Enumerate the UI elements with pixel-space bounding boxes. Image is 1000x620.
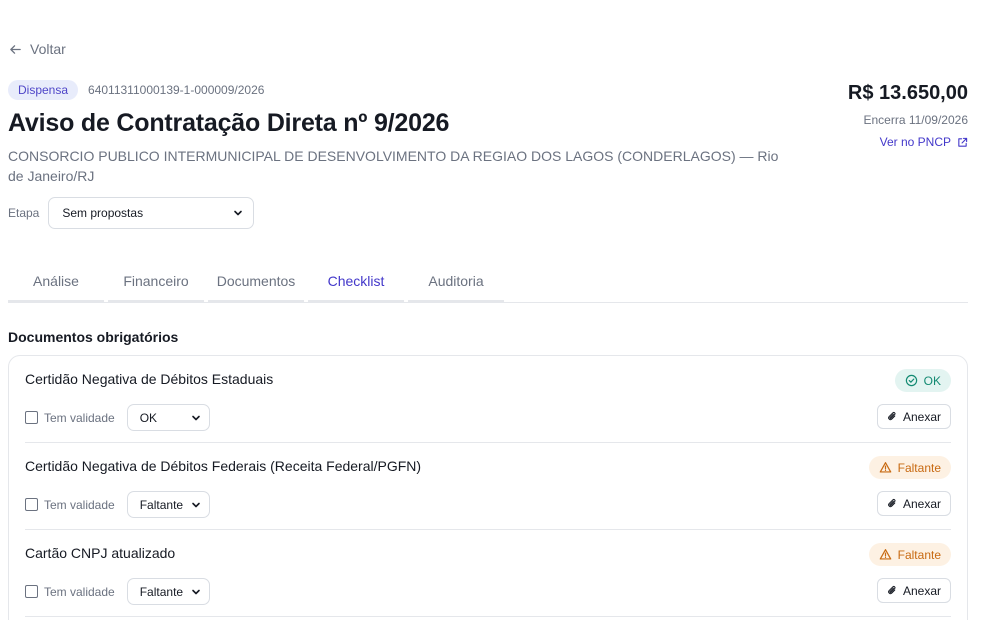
status-select[interactable]: Faltante (126, 578, 210, 605)
stage-control: Etapa Sem propostas (8, 197, 255, 229)
status-badge: Faltante (868, 456, 951, 479)
paperclip-icon (888, 498, 896, 508)
organization-name: CONSORCIO PUBLICO INTERMUNICIPAL DE DESE… (8, 148, 779, 184)
item-controls: Tem validade Faltante (25, 491, 210, 518)
attach-button[interactable]: Anexar (876, 491, 951, 516)
tab-analise[interactable]: Análise (8, 262, 104, 302)
tab-financeiro[interactable]: Financeiro (108, 262, 204, 302)
estimated-value: R$ 13.650,00 (847, 82, 968, 104)
checklist-item: Certidão Negativa de Débitos Estaduais O… (25, 356, 951, 443)
paperclip-icon (888, 585, 896, 595)
tab-documentos[interactable]: Documentos (208, 262, 304, 302)
tab-checklist[interactable]: Checklist (308, 262, 404, 302)
item-controls: Tem validade OK (25, 404, 210, 431)
external-link-icon (958, 137, 968, 147)
attach-button[interactable]: Anexar (876, 578, 951, 603)
status-select[interactable]: OK (126, 404, 210, 431)
attach-label: Anexar (902, 496, 941, 511)
pncp-link[interactable]: Ver no PNCP (880, 135, 968, 149)
checklist-item: Cartão CNPJ atualizado Faltante Tem vali… (25, 530, 951, 617)
status-badge: Faltante (868, 543, 951, 566)
checkbox-box[interactable] (25, 411, 38, 424)
arrow-left-icon (10, 44, 21, 54)
status-select-value: Faltante (139, 584, 184, 599)
warning-icon (879, 549, 891, 560)
process-identifier: 64011311000139-1-000009/2026 (88, 83, 265, 97)
header-summary: R$ 13.650,00 Encerra 11/09/2026 Ver no P… (848, 82, 968, 151)
status-select-value: Faltante (139, 497, 184, 512)
status-badge-label: OK (923, 373, 941, 388)
back-link[interactable]: Voltar (9, 41, 66, 57)
check-circle-icon (905, 374, 917, 387)
chevron-down-icon (191, 589, 200, 594)
document-name: Certidão Negativa de Débitos Estaduais (25, 371, 274, 387)
status-select[interactable]: Faltante (126, 491, 210, 518)
tab-auditoria[interactable]: Auditoria (408, 262, 504, 302)
checkbox-box[interactable] (25, 498, 38, 511)
validity-checkbox[interactable]: Tem validade (25, 585, 115, 599)
paperclip-icon (888, 411, 896, 421)
stage-select-value: Sem propostas (62, 206, 144, 220)
document-name: Certidão Negativa de Débitos Federais (R… (25, 458, 422, 474)
checkbox-box[interactable] (25, 585, 38, 598)
document-name: Cartão CNPJ atualizado (25, 545, 176, 561)
chevron-down-icon (191, 415, 200, 420)
closing-date: Encerra 11/09/2026 (863, 113, 968, 127)
checklist-item: Certidão Negativa de Débitos Federais (R… (25, 443, 951, 530)
attach-label: Anexar (902, 409, 941, 424)
stage-select[interactable]: Sem propostas (48, 197, 255, 229)
validity-label: Tem validade (44, 584, 115, 599)
header-meta: Dispensa 64011311000139-1-000009/2026 (8, 80, 264, 100)
validity-label: Tem validade (44, 497, 115, 512)
attach-button[interactable]: Anexar (876, 404, 951, 429)
pncp-link-label: Ver no PNCP (879, 135, 951, 149)
warning-icon (879, 462, 891, 473)
section-title: Documentos obrigatórios (8, 329, 179, 345)
chevron-down-icon (234, 210, 243, 216)
page-title: Aviso de Contratação Direta nº 9/2026 (8, 109, 450, 137)
attach-label: Anexar (902, 583, 941, 598)
validity-checkbox[interactable]: Tem validade (25, 498, 115, 512)
checklist-card: Certidão Negativa de Débitos Estaduais O… (8, 355, 968, 620)
chevron-down-icon (191, 502, 200, 507)
tab-bar: Análise Financeiro Documentos Checklist … (8, 262, 968, 303)
status-badge: OK (894, 369, 951, 392)
validity-label: Tem validade (44, 410, 115, 425)
validity-checkbox[interactable]: Tem validade (25, 411, 115, 425)
back-label: Voltar (30, 41, 66, 57)
item-controls: Tem validade Faltante (25, 578, 210, 605)
status-select-value: OK (139, 410, 158, 425)
status-badge-label: Faltante (897, 460, 941, 475)
type-badge: Dispensa (8, 80, 79, 100)
stage-label: Etapa (8, 206, 40, 220)
status-badge-label: Faltante (897, 547, 941, 562)
